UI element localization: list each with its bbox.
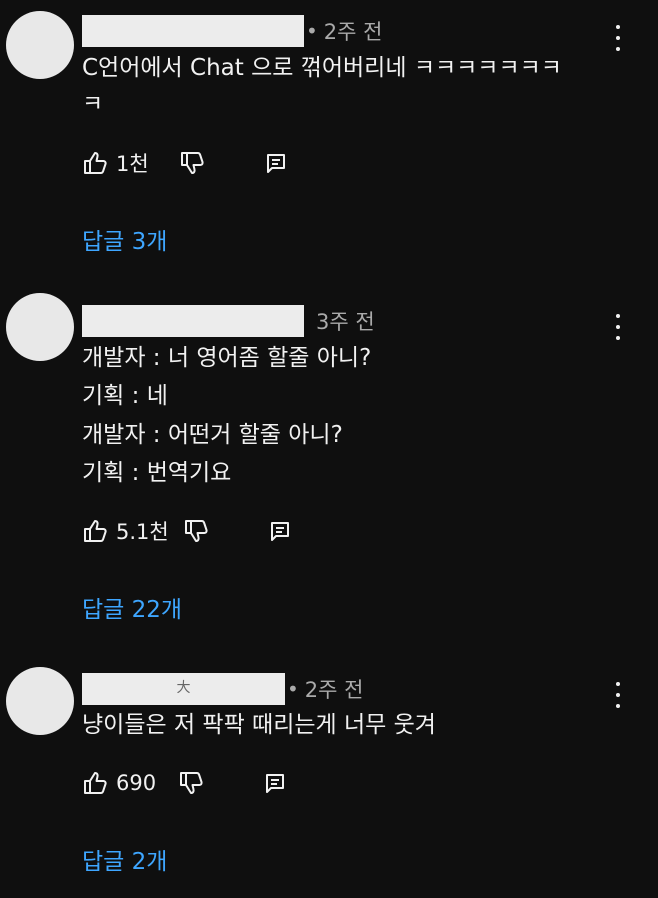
comment-text-line: 냥이들은 저 팍팍 때리는게 너무 웃겨 — [82, 712, 436, 738]
comment-actions: 5.1천 — [82, 516, 291, 546]
like-count: 690 — [116, 771, 157, 795]
redacted-author-mark: 大 — [176, 680, 191, 696]
comment-reply-icon[interactable] — [269, 520, 291, 542]
comment-reply-icon[interactable] — [264, 772, 286, 794]
more-vertical-icon[interactable] — [608, 682, 628, 708]
comment-actions: 1천 — [82, 148, 287, 178]
comment-text-line: 기획 : 네 — [82, 383, 168, 409]
replies-toggle[interactable]: 답글 2개 — [82, 842, 167, 876]
comment-header: • 2주 전 — [82, 15, 383, 47]
comment-timestamp[interactable]: 3주 전 — [316, 306, 375, 336]
thumb-up-icon[interactable] — [82, 150, 110, 176]
comment-reply-icon[interactable] — [265, 152, 287, 174]
comment-actions: 690 — [82, 768, 286, 798]
like-count: 5.1천 — [116, 520, 169, 544]
comment-timestamp[interactable]: 2주 전 — [324, 16, 383, 46]
replies-toggle[interactable]: 답글 22개 — [82, 590, 182, 624]
avatar[interactable] — [6, 293, 74, 361]
thumb-down-icon[interactable] — [178, 770, 206, 796]
more-vertical-icon[interactable] — [608, 314, 628, 340]
author-name-redacted[interactable] — [82, 305, 304, 337]
comment-text-line: ㅋ — [82, 91, 104, 117]
separator-dot: • — [287, 677, 299, 701]
comment-timestamp[interactable]: 2주 전 — [305, 674, 364, 704]
comment-text-line: C언어에서 Chat 으로 꺾어버리네 ㅋㅋㅋㅋㅋㅋㅋ — [82, 55, 562, 81]
comment-header: 3주 전 — [82, 305, 375, 337]
more-vertical-icon[interactable] — [608, 25, 628, 51]
author-name-redacted[interactable] — [82, 15, 304, 47]
replies-toggle[interactable]: 답글 3개 — [82, 222, 167, 256]
comment-text-line: 개발자 : 너 영어좀 할줄 아니? — [82, 345, 372, 371]
comment-text-line: 기획 : 번역기요 — [82, 460, 232, 486]
comment-header: 大 • 2주 전 — [82, 673, 364, 705]
thumb-up-icon[interactable] — [82, 770, 110, 796]
avatar[interactable] — [6, 11, 74, 79]
comment-text-line: 개발자 : 어떤거 할줄 아니? — [82, 422, 343, 448]
separator-dot: • — [306, 19, 318, 43]
thumb-down-icon[interactable] — [179, 150, 207, 176]
thumb-down-icon[interactable] — [183, 518, 211, 544]
author-name-redacted[interactable]: 大 — [82, 673, 285, 705]
avatar[interactable] — [6, 667, 74, 735]
like-count: 1천 — [116, 152, 149, 176]
thumb-up-icon[interactable] — [82, 518, 110, 544]
